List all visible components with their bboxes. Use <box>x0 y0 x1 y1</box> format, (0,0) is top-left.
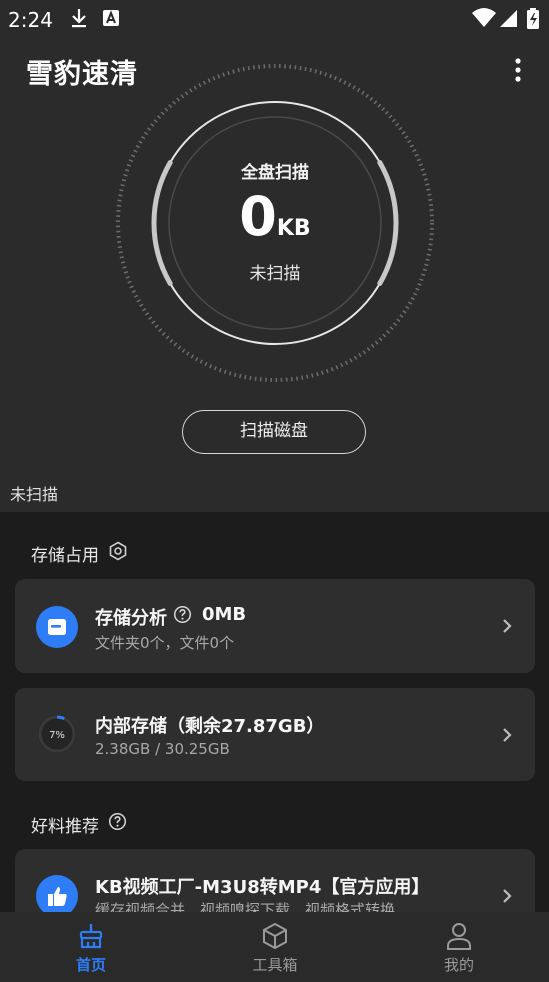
wifi-icon <box>472 8 496 27</box>
storage-percent-label: 7% <box>49 730 65 741</box>
person-icon <box>447 923 471 950</box>
internal-storage-title: 内部存储（剩余27.87GB） <box>95 716 325 737</box>
recommend-app-title: KB视频工厂-M3U8转MP4【官方应用】 <box>95 877 430 898</box>
storage-analysis-subtitle: 文件夹0个，文件0个 <box>95 634 235 652</box>
recommend-app-card[interactable]: KB视频工厂-M3U8转MP4【官方应用】 缓存视频合并，视频嗅探下载，视频格式… <box>15 849 535 912</box>
thumbs-up-icon <box>36 875 78 912</box>
scan-size-unit: KB <box>276 216 311 241</box>
scan-hint: 未扫描 <box>10 485 59 504</box>
nav-label-home: 首页 <box>75 956 106 974</box>
chevron-right-icon <box>503 728 512 742</box>
storage-analysis-card[interactable] <box>15 579 535 673</box>
status-bar: 2:24 <box>0 0 549 36</box>
chevron-right-icon <box>503 619 512 633</box>
font-notification-icon <box>103 10 119 26</box>
scan-disk-button[interactable]: 扫描磁盘 <box>182 410 366 454</box>
broom-icon <box>79 924 103 949</box>
more-options-icon[interactable] <box>512 58 524 82</box>
storage-folder-icon <box>36 606 78 648</box>
bottom-navigation: 首页 工具箱 我的 <box>0 912 549 982</box>
nav-item-toolbox[interactable]: 工具箱 <box>235 912 315 982</box>
recommend-section-title: 好料推荐 <box>31 817 99 837</box>
nav-label-profile: 我的 <box>443 956 474 974</box>
scan-status: 未扫描 <box>249 264 301 284</box>
storage-usage-ring: 7% <box>38 715 76 753</box>
box-icon <box>263 922 287 950</box>
storage-section-title: 存储占用 <box>31 546 99 566</box>
help-icon[interactable] <box>108 812 127 831</box>
scan-size: 0KB <box>156 188 394 258</box>
nav-item-profile[interactable]: 我的 <box>419 912 499 982</box>
help-icon[interactable] <box>173 605 192 624</box>
chevron-right-icon <box>503 889 512 903</box>
signal-icon <box>500 10 517 27</box>
settings-hex-icon[interactable] <box>108 541 128 561</box>
internal-storage-subtitle: 2.38GB / 30.25GB <box>95 740 230 758</box>
nav-label-toolbox: 工具箱 <box>252 956 298 974</box>
recommend-app-subtitle: 缓存视频合并，视频嗅探下载，视频格式转换 <box>95 901 396 912</box>
download-icon <box>72 9 86 28</box>
battery-icon <box>527 8 539 29</box>
nav-item-home[interactable]: 首页 <box>51 912 131 982</box>
status-time: 2:24 <box>8 8 53 32</box>
scan-size-value: 0 <box>239 185 277 248</box>
storage-analysis-title: 存储分析 <box>95 608 167 629</box>
storage-analysis-value: 0MB <box>202 604 247 625</box>
scan-title: 全盘扫描 <box>241 163 309 183</box>
